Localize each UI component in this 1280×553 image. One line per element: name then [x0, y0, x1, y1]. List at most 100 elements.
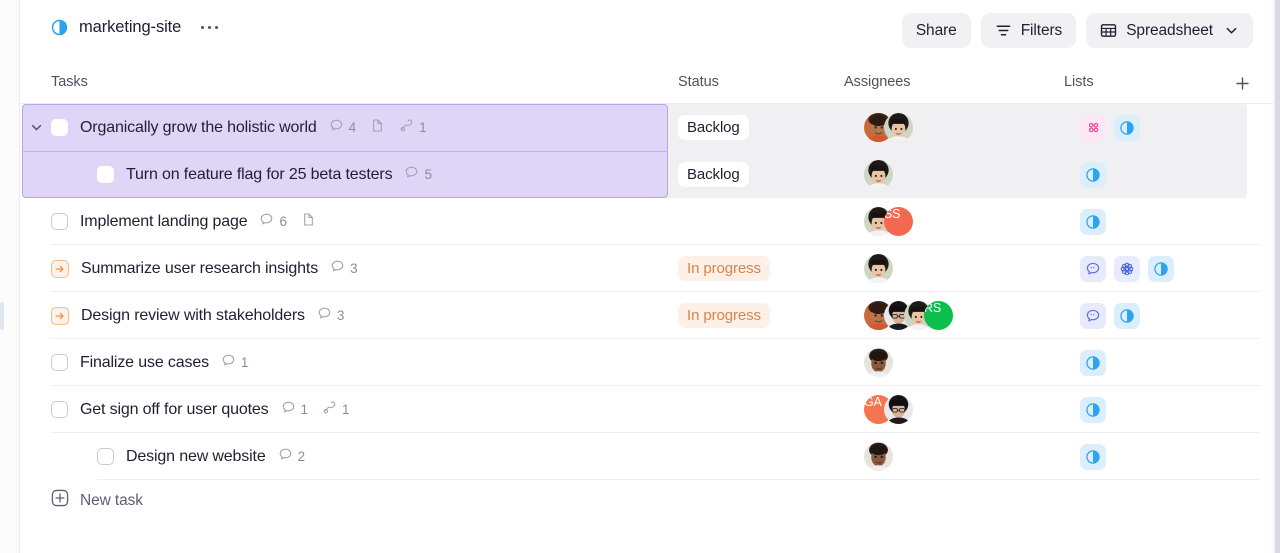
- table-row[interactable]: Design new website 2: [20, 433, 1273, 480]
- cell-lists[interactable]: [1056, 444, 1106, 470]
- task-name[interactable]: Summarize user research insights: [81, 260, 318, 278]
- comment-count[interactable]: 3: [317, 306, 345, 326]
- cell-assignees[interactable]: [844, 254, 1056, 283]
- list-badge[interactable]: [1080, 162, 1106, 188]
- list-badge[interactable]: [1080, 115, 1106, 141]
- avatar-group: RS: [864, 301, 953, 330]
- task-name[interactable]: Design new website: [126, 448, 266, 466]
- share-button[interactable]: Share: [902, 13, 971, 48]
- cell-lists[interactable]: [1056, 162, 1106, 188]
- status-badge[interactable]: In progress: [678, 303, 770, 328]
- comment-count[interactable]: 4: [329, 118, 357, 138]
- avatar[interactable]: [864, 348, 893, 377]
- list-badge[interactable]: [1080, 209, 1106, 235]
- cell-status[interactable]: Backlog: [668, 162, 844, 187]
- chevron-down-icon[interactable]: [27, 119, 45, 137]
- table-row[interactable]: Summarize user research insights 3 In prog…: [20, 245, 1273, 292]
- left-gutter: [0, 0, 20, 553]
- comment-count[interactable]: 2: [278, 447, 306, 467]
- status-badge[interactable]: In progress: [678, 256, 770, 281]
- task-checkbox[interactable]: [51, 401, 68, 418]
- list-badge[interactable]: [1114, 303, 1140, 329]
- task-rows: Organically grow the holistic world 4 1 Ba…: [20, 104, 1273, 480]
- table-row[interactable]: Organically grow the holistic world 4 1 Ba…: [20, 104, 1273, 151]
- avatar[interactable]: [864, 442, 893, 471]
- list-badge[interactable]: [1080, 303, 1106, 329]
- new-task-button[interactable]: New task: [51, 489, 143, 512]
- cell-lists[interactable]: [1056, 350, 1106, 376]
- link-count[interactable]: 1: [322, 400, 350, 420]
- cell-assignees[interactable]: GA: [844, 395, 1056, 424]
- cell-lists[interactable]: [1056, 303, 1140, 329]
- table-row[interactable]: Design review with stakeholders 3 In progr…: [20, 292, 1273, 339]
- column-headers: Tasks Status Assignees Lists: [20, 62, 1273, 104]
- task-name[interactable]: Get sign off for user quotes: [80, 401, 269, 419]
- half-circle-icon: [51, 19, 68, 36]
- comment-count[interactable]: 5: [404, 165, 432, 185]
- half-circle-icon: [1119, 120, 1135, 136]
- cell-lists[interactable]: [1056, 209, 1106, 235]
- avatar[interactable]: [884, 113, 913, 142]
- filters-button[interactable]: Filters: [981, 13, 1077, 48]
- list-badge[interactable]: [1080, 350, 1106, 376]
- column-header-tasks[interactable]: Tasks: [51, 74, 88, 90]
- comment-count[interactable]: 3: [330, 259, 358, 279]
- view-switcher-button[interactable]: Spreadsheet: [1086, 13, 1253, 48]
- in-progress-arrow-icon[interactable]: [51, 260, 69, 278]
- list-badge[interactable]: [1148, 256, 1174, 282]
- column-header-lists[interactable]: Lists: [1064, 74, 1094, 90]
- column-header-assignees[interactable]: Assignees: [844, 74, 910, 90]
- table-row[interactable]: Implement landing page 6 SS: [20, 198, 1273, 245]
- status-badge[interactable]: Backlog: [678, 115, 749, 140]
- avatar[interactable]: RS: [924, 301, 953, 330]
- add-column-button[interactable]: [1230, 71, 1254, 95]
- comment-count[interactable]: 1: [221, 353, 249, 373]
- status-badge[interactable]: Backlog: [678, 162, 749, 187]
- task-name[interactable]: Finalize use cases: [80, 354, 209, 372]
- cell-lists[interactable]: [1056, 397, 1106, 423]
- cell-assignees[interactable]: SS: [844, 207, 1056, 236]
- link-count[interactable]: 1: [399, 118, 427, 138]
- task-name[interactable]: Design review with stakeholders: [81, 307, 305, 325]
- task-checkbox[interactable]: [51, 213, 68, 230]
- more-options-icon[interactable]: [199, 22, 220, 33]
- task-checkbox[interactable]: [51, 119, 68, 136]
- task-name[interactable]: Turn on feature flag for 25 beta testers: [126, 166, 392, 184]
- comment-icon: [330, 259, 345, 279]
- avatar[interactable]: [864, 254, 893, 283]
- list-badge[interactable]: [1114, 256, 1140, 282]
- task-checkbox[interactable]: [97, 448, 114, 465]
- cell-lists[interactable]: [1056, 256, 1174, 282]
- comment-count[interactable]: 6: [259, 212, 287, 232]
- cell-lists[interactable]: [1056, 115, 1140, 141]
- cell-status[interactable]: In progress: [668, 303, 844, 328]
- document-indicator[interactable]: [370, 118, 385, 138]
- comment-count[interactable]: 1: [281, 400, 309, 420]
- task-name[interactable]: Implement landing page: [80, 213, 247, 231]
- table-row[interactable]: Finalize use cases 1: [20, 339, 1273, 386]
- list-badge[interactable]: [1080, 397, 1106, 423]
- list-badge[interactable]: [1080, 444, 1106, 470]
- column-header-status[interactable]: Status: [678, 74, 719, 90]
- task-meta: 3: [330, 259, 358, 279]
- cell-assignees[interactable]: [844, 113, 1056, 142]
- avatar[interactable]: [884, 395, 913, 424]
- table-row[interactable]: Get sign off for user quotes 1 1 GA: [20, 386, 1273, 433]
- avatar[interactable]: SS: [884, 207, 913, 236]
- cell-status[interactable]: In progress: [668, 256, 844, 281]
- list-badge[interactable]: [1114, 115, 1140, 141]
- vertical-scrollbar[interactable]: [0, 302, 4, 330]
- cell-status[interactable]: Backlog: [668, 115, 844, 140]
- task-name[interactable]: Organically grow the holistic world: [80, 119, 317, 137]
- in-progress-arrow-icon[interactable]: [51, 307, 69, 325]
- document-indicator[interactable]: [301, 212, 316, 232]
- cell-assignees[interactable]: RS: [844, 301, 1056, 330]
- task-checkbox[interactable]: [97, 166, 114, 183]
- cell-assignees[interactable]: [844, 160, 1056, 189]
- avatar[interactable]: [864, 160, 893, 189]
- table-row[interactable]: Turn on feature flag for 25 beta testers…: [20, 151, 1273, 198]
- cell-assignees[interactable]: [844, 348, 1056, 377]
- cell-assignees[interactable]: [844, 442, 1056, 471]
- task-checkbox[interactable]: [51, 354, 68, 371]
- list-badge[interactable]: [1080, 256, 1106, 282]
